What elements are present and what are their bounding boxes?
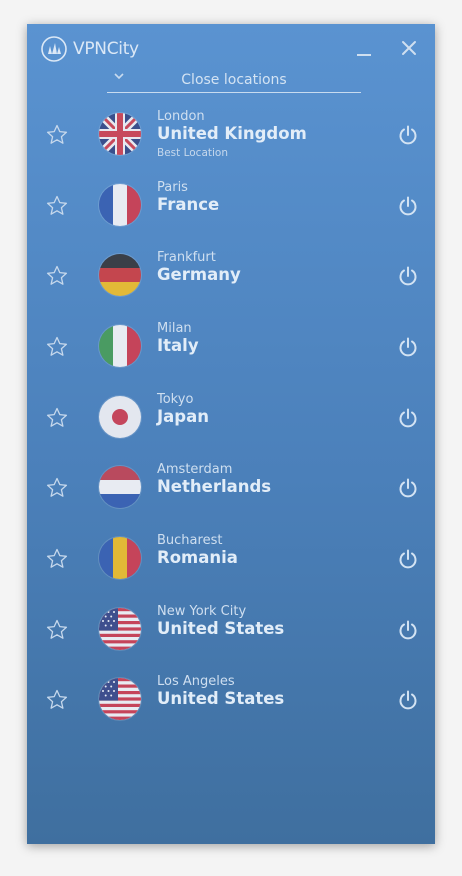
power-icon[interactable] [397,407,419,429]
location-country: Germany [157,265,241,284]
power-icon[interactable] [397,265,419,287]
app-brand: VPNCity [73,39,139,59]
favorite-star-icon[interactable] [45,547,69,571]
favorite-star-icon[interactable] [45,688,69,712]
power-icon[interactable] [397,619,419,641]
favorite-star-icon[interactable] [45,123,69,147]
location-country: Japan [157,407,209,426]
vpn-window: VPNCity Close locations London United Ki… [27,24,435,844]
location-row-bucharest[interactable]: Bucharest Romania [27,523,435,593]
location-row-frankfurt[interactable]: Frankfurt Germany [27,240,435,310]
italy-flag-icon [99,325,141,367]
minimize-button[interactable] [353,38,375,60]
usa-flag-icon [99,678,141,720]
location-country: France [157,195,220,214]
germany-flag-icon [99,254,141,296]
power-icon[interactable] [397,195,419,217]
romania-flag-icon [99,537,141,579]
location-country: United Kingdom [157,124,307,143]
power-icon[interactable] [397,548,419,570]
favorite-star-icon[interactable] [45,406,69,430]
location-filter-label: Close locations [181,72,287,88]
location-country: Romania [157,548,238,567]
minimize-icon [357,54,371,56]
location-row-tokyo[interactable]: Tokyo Japan [27,382,435,452]
location-row-london[interactable]: London United Kingdom Best Location [27,99,435,169]
close-icon[interactable] [397,36,421,60]
favorite-star-icon[interactable] [45,335,69,359]
location-city: New York City [157,604,247,619]
location-row-paris[interactable]: Paris France [27,170,435,240]
location-filter-dropdown[interactable]: Close locations [107,70,361,93]
power-icon[interactable] [397,477,419,499]
location-city: Los Angeles [157,674,235,689]
location-country: United States [157,689,285,708]
power-icon[interactable] [397,336,419,358]
power-icon[interactable] [397,124,419,146]
location-country: Italy [157,336,199,355]
favorite-star-icon[interactable] [45,476,69,500]
location-city: Tokyo [157,392,194,407]
usa-flag-icon [99,608,141,650]
favorite-star-icon[interactable] [45,618,69,642]
location-city: Paris [157,180,188,195]
location-city: London [157,109,205,124]
netherlands-flag-icon [99,466,141,508]
power-icon[interactable] [397,689,419,711]
location-row-milan[interactable]: Milan Italy [27,311,435,381]
location-city: Frankfurt [157,250,216,265]
location-city: Milan [157,321,192,336]
location-row-los-angeles[interactable]: Los Angeles United States [27,664,435,734]
location-city: Bucharest [157,533,223,548]
vpncity-logo-icon [41,36,67,62]
japan-flag-icon [99,396,141,438]
best-location-label: Best Location [157,147,228,159]
france-flag-icon [99,184,141,226]
location-row-amsterdam[interactable]: Amsterdam Netherlands [27,452,435,522]
favorite-star-icon[interactable] [45,194,69,218]
location-country: Netherlands [157,477,272,496]
location-city: Amsterdam [157,462,233,477]
uk-flag-icon [99,113,141,155]
favorite-star-icon[interactable] [45,264,69,288]
location-row-new-york-city[interactable]: New York City United States [27,594,435,664]
title-bar: VPNCity [27,24,435,74]
location-country: United States [157,619,285,638]
